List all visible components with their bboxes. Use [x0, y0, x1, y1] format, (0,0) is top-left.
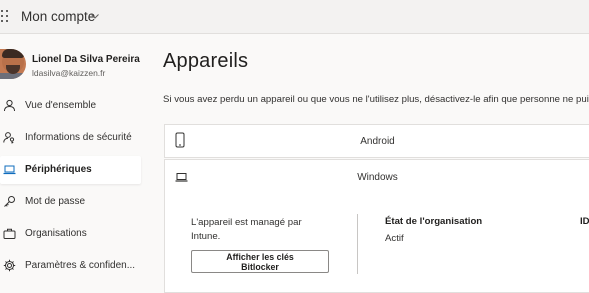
person-icon	[4, 99, 15, 112]
button-label-line2: Bitlocker	[241, 262, 279, 272]
org-state-label: État de l'organisation	[385, 216, 483, 227]
page-title: Appareils	[163, 50, 249, 72]
key-icon	[4, 196, 15, 207]
app-launcher-icon[interactable]	[0, 9, 14, 25]
sidebar-item-label: Périphériques	[25, 164, 92, 175]
sidebar-item-devices[interactable]: Périphériques	[0, 156, 141, 184]
sidebar-item-password[interactable]: Mot de passe	[0, 188, 141, 216]
sidebar-item-label: Organisations	[25, 228, 87, 239]
security-info-icon	[3, 132, 15, 144]
laptop-icon	[3, 165, 16, 175]
sidebar-item-label: Informations de sécurité	[25, 132, 132, 143]
user-email: ldasilva@kaizzen.fr	[32, 68, 106, 78]
button-label-line1: Afficher les clés	[226, 252, 294, 262]
chevron-down-icon[interactable]	[90, 11, 100, 21]
user-name: Lionel Da Silva Pereira	[32, 54, 140, 65]
device-name: Windows	[357, 172, 398, 183]
details-divider	[357, 214, 358, 274]
top-bar: Mon compte	[0, 0, 589, 34]
device-row-android[interactable]: Android	[164, 124, 589, 158]
show-bitlocker-keys-button[interactable]: Afficher les clés Bitlocker	[191, 250, 329, 273]
sidebar-item-label: Paramètres & confiden...	[25, 260, 136, 271]
sidebar-item-label: Vue d'ensemble	[25, 100, 97, 111]
sidebar-item-overview[interactable]: Vue d'ensemble	[0, 92, 141, 120]
sidebar-item-label: Mot de passe	[25, 196, 86, 207]
app-title[interactable]: Mon compte	[21, 9, 95, 24]
avatar[interactable]	[0, 49, 26, 79]
briefcase-icon	[3, 228, 16, 239]
sidebar: Lionel Da Silva Pereira ldasilva@kaizzen…	[0, 35, 150, 293]
page-description: Si vous avez perdu un appareil ou que vo…	[163, 94, 589, 105]
device-id-label: ID	[580, 216, 589, 227]
sidebar-item-security-info[interactable]: Informations de sécurité	[0, 124, 141, 152]
gear-icon	[3, 259, 16, 272]
sidebar-item-organizations[interactable]: Organisations	[0, 220, 141, 248]
managed-by-intune-text: L'appareil est managé par Intune.	[191, 217, 302, 242]
org-state-value: Actif	[385, 233, 404, 244]
device-name: Android	[360, 136, 395, 147]
sidebar-item-settings-privacy[interactable]: Paramètres & confiden...	[0, 252, 141, 280]
